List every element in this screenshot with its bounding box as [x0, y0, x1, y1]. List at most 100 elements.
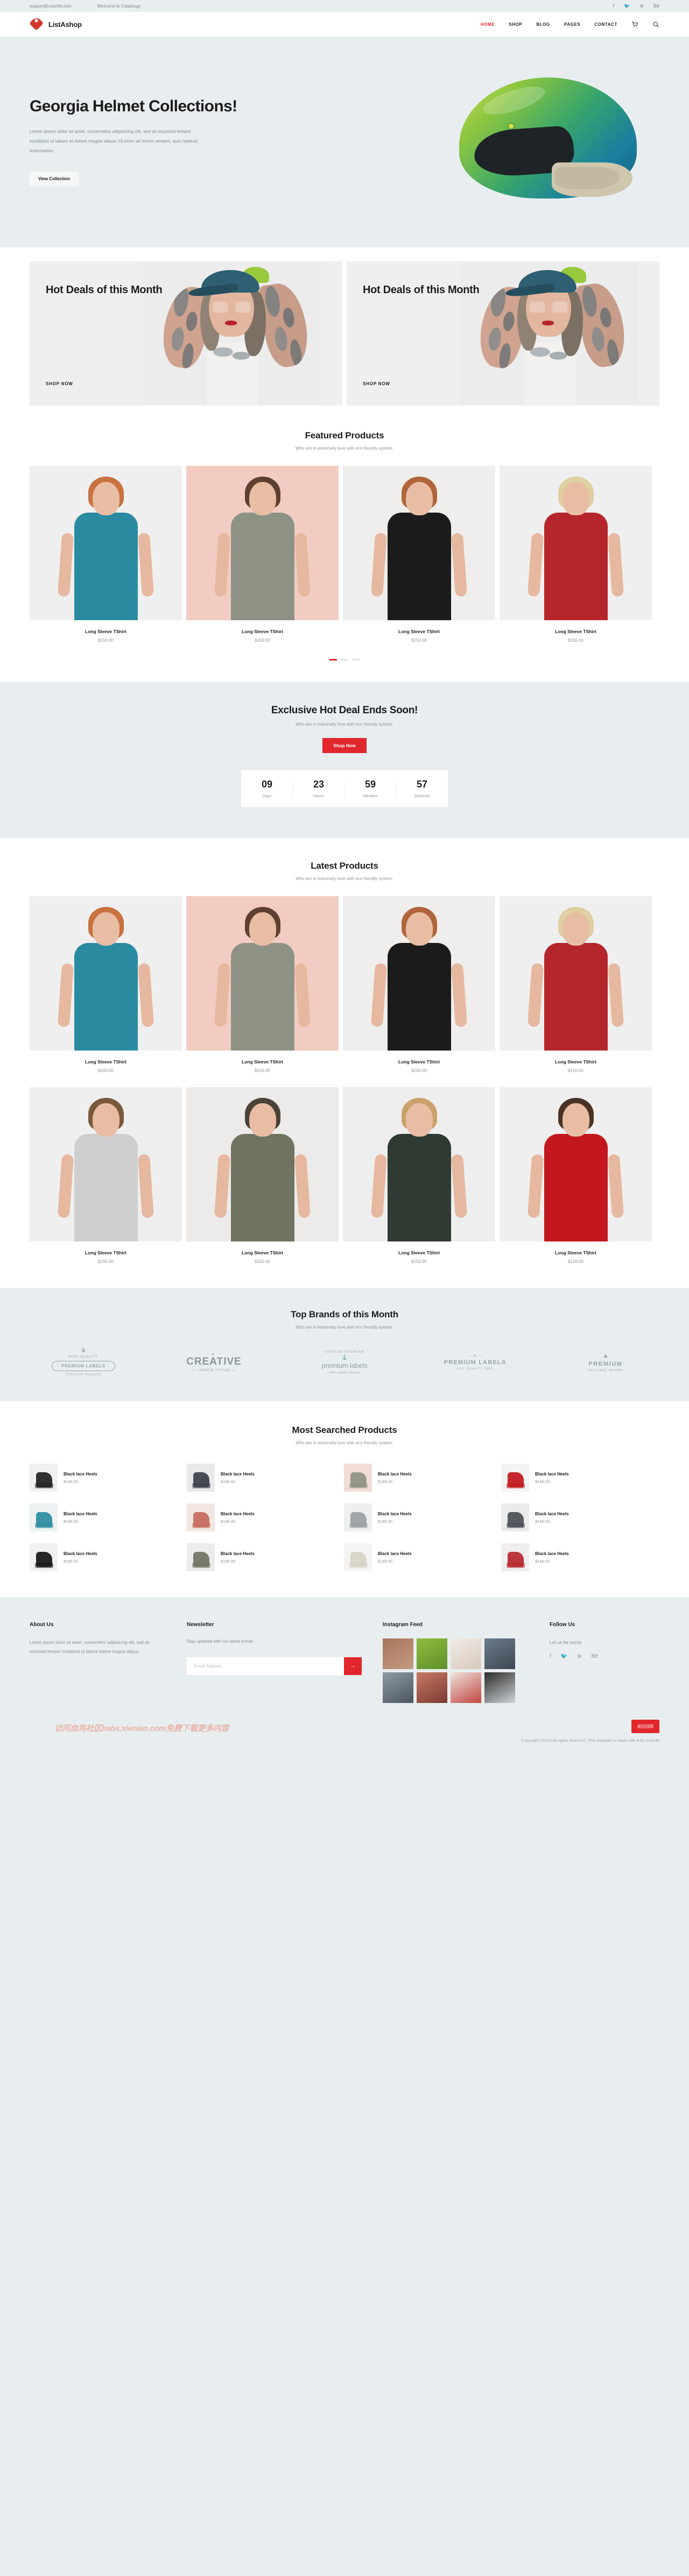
product-thumbnail[interactable]	[30, 1543, 58, 1571]
most-searched-item[interactable]: Black lace Heels $189.00	[501, 1460, 653, 1495]
product-image[interactable]	[343, 896, 495, 1051]
product-thumbnail[interactable]	[501, 1543, 529, 1571]
product-image[interactable]	[30, 896, 182, 1051]
product-card[interactable]: Long Sleeve TShirt $150.00	[343, 466, 495, 643]
dribbble-icon[interactable]: ⊛	[639, 3, 644, 9]
search-icon[interactable]	[652, 21, 659, 28]
hot-deal-shop-now-link[interactable]: SHOP NOW	[46, 381, 73, 386]
product-thumbnail[interactable]	[30, 1464, 58, 1492]
product-card[interactable]: Long Sleeve TShirt $150.00	[30, 1087, 182, 1264]
insta-8[interactable]	[484, 1672, 515, 1703]
behance-icon[interactable]: Bē	[592, 1654, 598, 1659]
product-card[interactable]: Long Sleeve TShirt $150.00	[186, 896, 339, 1073]
nav-item-home[interactable]: HOME	[481, 22, 495, 27]
instagram-feed-grid	[383, 1638, 528, 1703]
insta-1[interactable]	[383, 1638, 413, 1669]
nav-item-blog[interactable]: BLOG	[536, 22, 550, 27]
product-image[interactable]	[343, 1087, 495, 1241]
brand-logo-premium[interactable]: ▲ PREMIUM ORIGINAL BRAND	[552, 1352, 659, 1372]
product-image[interactable]	[500, 466, 652, 620]
product-card[interactable]: Long Sleeve TShirt $150.00	[30, 896, 182, 1073]
brand-logo-premium-labels[interactable]: ♛ HIGH QUALITY · PREMIUM LABELS · CREATI…	[30, 1348, 137, 1376]
insta-2[interactable]	[417, 1638, 447, 1669]
brand-logo-premium-labels-2[interactable]: — ★ — PREMIUM LABELS EST. QUALITY 1985	[421, 1354, 529, 1371]
newsletter-submit-button[interactable]: →	[344, 1657, 362, 1675]
product-image[interactable]	[186, 1087, 339, 1241]
insta-7[interactable]	[451, 1672, 481, 1703]
product-thumbnail[interactable]	[344, 1464, 372, 1492]
product-name: Black lace Heels	[535, 1471, 569, 1477]
most-searched-item[interactable]: Black lace Heels $189.00	[30, 1500, 182, 1535]
carousel-dot-1[interactable]	[329, 659, 337, 661]
insta-6[interactable]	[417, 1672, 447, 1703]
latest-products-heading: Latest Products Who are in extremely lov…	[30, 861, 659, 881]
most-searched-item[interactable]: Black lace Heels $189.00	[187, 1500, 339, 1535]
product-name: Long Sleeve TShirt	[242, 1250, 283, 1255]
carousel-dot-2[interactable]	[341, 659, 348, 661]
product-image[interactable]	[343, 466, 495, 620]
product-card[interactable]: Long Sleeve TShirt $150.00	[500, 1087, 652, 1264]
facebook-icon[interactable]: f	[550, 1654, 551, 1659]
back-to-top-button[interactable]: 返回顶部	[631, 1720, 659, 1733]
view-collection-button[interactable]: View Collection	[30, 172, 79, 187]
hot-deal-card[interactable]: Hot Deals of this Month SHOP NOW	[347, 261, 659, 406]
hot-deal-card[interactable]: Hot Deals of this Month SHOP NOW	[30, 261, 342, 406]
product-thumbnail[interactable]	[501, 1464, 529, 1492]
product-image[interactable]	[30, 466, 182, 620]
product-card[interactable]: Long Sleeve TShirt $150.00	[343, 896, 495, 1073]
product-thumbnail[interactable]	[187, 1464, 215, 1492]
newsletter-email-input[interactable]	[187, 1657, 344, 1675]
brand-logo-vintage-premium[interactable]: VINTAGE PREMIUM ⚓ premium labels · High …	[291, 1351, 398, 1374]
most-searched-heading: Most Searched Products Who are in extrem…	[30, 1425, 659, 1445]
most-searched-item[interactable]: Black lace Heels $189.00	[501, 1540, 653, 1574]
carousel-dot-3[interactable]	[352, 659, 360, 661]
insta-3[interactable]	[451, 1638, 481, 1669]
countdown-seconds-value: 57	[416, 779, 428, 790]
brand-logo-creative[interactable]: · ★ · CREATIVE — LOREM IPSUM —	[160, 1352, 268, 1373]
product-card[interactable]: Long Sleeve TShirt $150.00	[343, 1087, 495, 1264]
product-thumbnail[interactable]	[501, 1503, 529, 1531]
facebook-icon[interactable]: f	[613, 3, 615, 9]
insta-5[interactable]	[383, 1672, 413, 1703]
most-searched-item[interactable]: Black lace Heels $189.00	[501, 1500, 653, 1535]
most-searched-item[interactable]: Black lace Heels $189.00	[30, 1540, 182, 1574]
product-card[interactable]: Long Sleeve TShirt $150.00	[186, 1087, 339, 1264]
product-thumbnail[interactable]	[30, 1503, 58, 1531]
product-thumbnail[interactable]	[187, 1503, 215, 1531]
product-card[interactable]: Long Sleeve TShirt $150.00	[500, 896, 652, 1073]
shop-now-button[interactable]: Shop Now	[322, 738, 367, 753]
most-searched-grid: Black lace Heels $189.00 Black lace Heels $…	[30, 1460, 659, 1574]
nav-item-contact[interactable]: CONTACT	[594, 22, 617, 27]
product-image[interactable]	[30, 1087, 182, 1241]
product-price: $150.00	[568, 1259, 583, 1264]
tattooed-model-illustration	[143, 261, 321, 406]
product-image[interactable]	[186, 896, 339, 1051]
dribbble-icon[interactable]: ⊛	[577, 1654, 581, 1659]
most-searched-item[interactable]: Black lace Heels $189.00	[344, 1500, 496, 1535]
nav-item-pages[interactable]: PAGES	[564, 22, 580, 27]
product-thumbnail[interactable]	[187, 1543, 215, 1571]
product-image[interactable]	[500, 1087, 652, 1241]
product-thumbnail[interactable]	[344, 1503, 372, 1531]
product-image[interactable]	[186, 466, 339, 620]
most-searched-title: Most Searched Products	[292, 1425, 397, 1435]
product-card[interactable]: Long Sleeve TShirt $150.00	[500, 466, 652, 643]
most-searched-item[interactable]: Black lace Heels $189.00	[30, 1460, 182, 1495]
product-thumbnail[interactable]	[344, 1543, 372, 1571]
product-card[interactable]: Long Sleeve TShirt $150.00	[186, 466, 339, 643]
behance-icon[interactable]: Bē	[653, 3, 659, 9]
most-searched-item[interactable]: Black lace Heels $189.00	[344, 1460, 496, 1495]
site-logo[interactable]: ListAshop	[29, 16, 82, 31]
most-searched-item[interactable]: Black lace Heels $189.00	[187, 1460, 339, 1495]
most-searched-item[interactable]: Black lace Heels $189.00	[344, 1540, 496, 1574]
twitter-icon[interactable]: 🐦	[561, 1654, 567, 1659]
product-card[interactable]: Long Sleeve TShirt $150.00	[30, 466, 182, 643]
twitter-icon[interactable]: 🐦	[624, 3, 630, 9]
most-searched-item[interactable]: Black lace Heels $189.00	[187, 1540, 339, 1574]
nav-item-shop[interactable]: SHOP	[509, 22, 522, 27]
cart-icon[interactable]	[631, 21, 638, 28]
product-image[interactable]	[500, 896, 652, 1051]
support-email[interactable]: support@colorlib.com	[30, 4, 71, 9]
hot-deal-shop-now-link[interactable]: SHOP NOW	[363, 381, 390, 386]
insta-4[interactable]	[484, 1638, 515, 1669]
